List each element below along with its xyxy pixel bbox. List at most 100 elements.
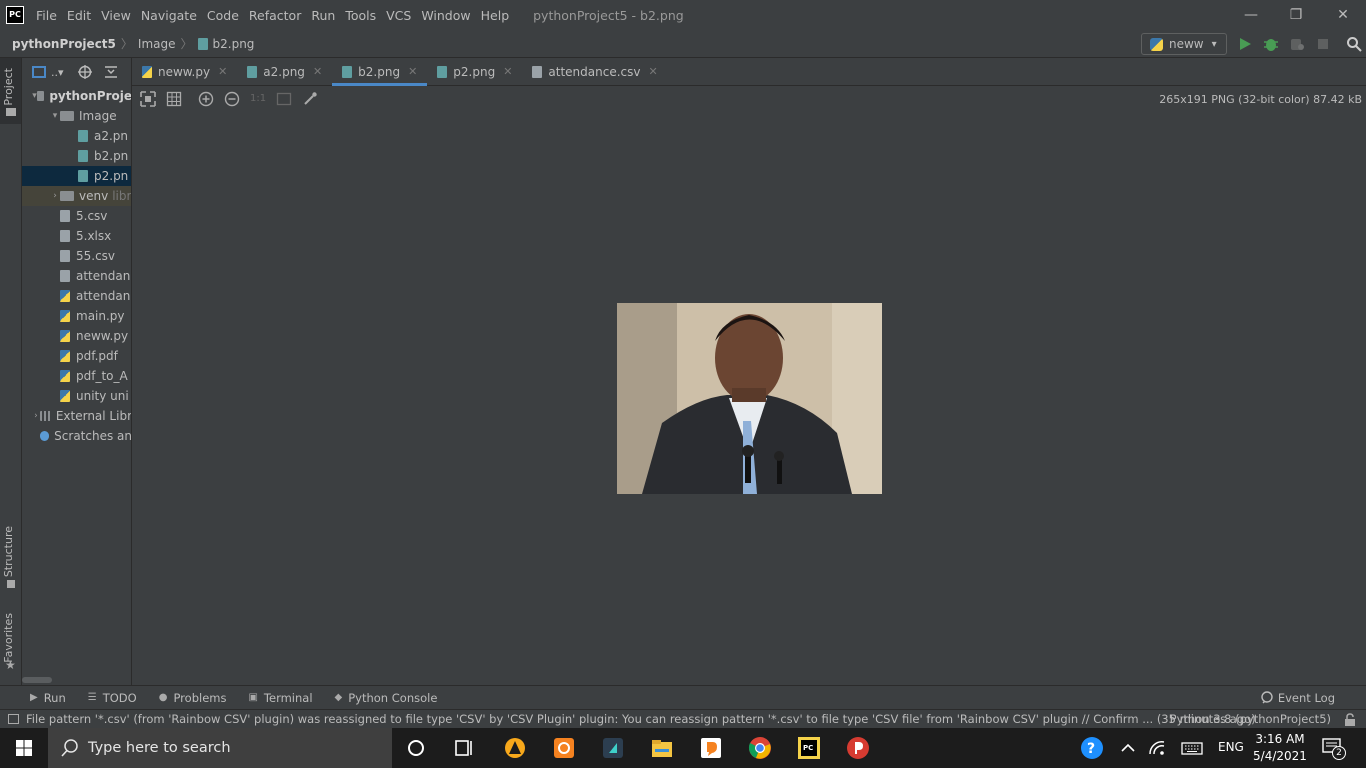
menu-help[interactable]: Help bbox=[481, 8, 510, 23]
tree-item-label: Scratches an bbox=[54, 429, 132, 443]
task-view-icon[interactable] bbox=[452, 736, 476, 760]
chevron-up-icon[interactable] bbox=[1116, 736, 1140, 760]
zoom-in-icon[interactable] bbox=[198, 91, 214, 107]
toggle-tool-windows-icon[interactable] bbox=[8, 714, 19, 724]
windows-start-icon[interactable] bbox=[0, 728, 48, 768]
editor-tab[interactable]: p2.png ✕ bbox=[427, 58, 522, 85]
favorites-tool-tab[interactable]: Favorites bbox=[2, 613, 15, 663]
network-icon[interactable] bbox=[1146, 736, 1170, 760]
event-log-tab[interactable]: Event Log bbox=[1260, 691, 1335, 705]
grid-icon[interactable] bbox=[166, 91, 182, 107]
menu-navigate[interactable]: Navigate bbox=[141, 8, 197, 23]
fit-to-window-icon[interactable] bbox=[140, 91, 156, 107]
chrome-icon[interactable] bbox=[748, 736, 772, 760]
breadcrumb-project[interactable]: pythonProject5 bbox=[12, 37, 116, 51]
tree-item[interactable]: attendan bbox=[22, 286, 131, 306]
debug-icon[interactable] bbox=[1263, 36, 1279, 52]
zoom-out-icon[interactable] bbox=[224, 91, 240, 107]
tree-item[interactable]: 5.xlsx bbox=[22, 226, 131, 246]
language-indicator[interactable]: ENG bbox=[1218, 740, 1244, 754]
tree-item[interactable]: a2.pn bbox=[22, 126, 131, 146]
tree-item[interactable]: pdf_to_A bbox=[22, 366, 131, 386]
filmora-app-icon[interactable] bbox=[601, 736, 625, 760]
tree-item[interactable]: attendan bbox=[22, 266, 131, 286]
search-icon[interactable] bbox=[1346, 36, 1362, 52]
problems-tool-tab[interactable]: ● Problems bbox=[159, 691, 227, 705]
menu-edit[interactable]: Edit bbox=[67, 8, 91, 23]
tree-item[interactable]: main.py bbox=[22, 306, 131, 326]
lock-icon[interactable] bbox=[1344, 713, 1356, 726]
python-file-icon bbox=[60, 330, 70, 342]
file-explorer-icon[interactable] bbox=[650, 736, 674, 760]
tree-item[interactable]: ▾ Image bbox=[22, 106, 131, 126]
editor-tab[interactable]: b2.png ✕ bbox=[332, 58, 428, 86]
collapse-all-icon[interactable] bbox=[104, 65, 118, 79]
close-tab-icon[interactable]: ✕ bbox=[218, 65, 227, 78]
tree-item[interactable]: pdf.pdf bbox=[22, 346, 131, 366]
close-tab-icon[interactable]: ✕ bbox=[503, 65, 512, 78]
run-tool-tab[interactable]: ▶ Run bbox=[30, 691, 66, 705]
help-tray-icon[interactable]: ? bbox=[1080, 736, 1104, 760]
menu-refactor[interactable]: Refactor bbox=[249, 8, 301, 23]
run-configuration-dropdown[interactable]: neww ▾ bbox=[1141, 33, 1227, 55]
tree-item[interactable]: › External Libr bbox=[22, 406, 131, 426]
notification-center[interactable]: 2 bbox=[1322, 738, 1346, 760]
editor-tab[interactable]: attendance.csv ✕ bbox=[522, 58, 667, 85]
breadcrumb-file[interactable]: b2.png bbox=[213, 37, 255, 51]
structure-tool-tab[interactable]: Structure bbox=[2, 526, 15, 577]
terminal-tool-tab[interactable]: ▣ Terminal bbox=[248, 691, 312, 705]
coverage-icon[interactable] bbox=[1289, 36, 1305, 52]
close-window-button[interactable]: ✕ bbox=[1320, 0, 1366, 30]
tree-item[interactable]: ▾ pythonProje bbox=[22, 86, 131, 106]
project-tool-tab[interactable]: Project bbox=[2, 68, 15, 106]
tree-item[interactable]: unity uni bbox=[22, 386, 131, 406]
keyboard-icon[interactable] bbox=[1180, 736, 1204, 760]
close-tab-icon[interactable]: ✕ bbox=[408, 65, 417, 78]
menu-tools[interactable]: Tools bbox=[345, 8, 376, 23]
clock[interactable]: 3:16 AM 5/4/2021 bbox=[1252, 731, 1308, 765]
tree-item[interactable]: 5.csv bbox=[22, 206, 131, 226]
tree-item[interactable]: 55.csv bbox=[22, 246, 131, 266]
restore-button[interactable]: ❐ bbox=[1273, 0, 1319, 30]
minimize-button[interactable]: — bbox=[1228, 0, 1274, 30]
psiphon-app-icon[interactable] bbox=[846, 736, 870, 760]
stop-icon[interactable] bbox=[1315, 36, 1331, 52]
menu-view[interactable]: View bbox=[101, 8, 131, 23]
menu-file[interactable]: File bbox=[36, 8, 57, 23]
python-console-tool-tab[interactable]: ◆ Python Console bbox=[335, 691, 438, 705]
avast-app-icon[interactable] bbox=[503, 736, 527, 760]
cortana-icon[interactable] bbox=[404, 736, 428, 760]
menu-code[interactable]: Code bbox=[207, 8, 239, 23]
background-icon[interactable] bbox=[276, 91, 292, 107]
chevron-right-icon[interactable]: › bbox=[32, 411, 40, 421]
pycharm-taskbar-icon[interactable]: PC bbox=[797, 736, 821, 760]
run-icon[interactable] bbox=[1237, 36, 1253, 52]
menu-window[interactable]: Window bbox=[421, 8, 470, 23]
todo-tool-tab[interactable]: ☰ TODO bbox=[88, 691, 137, 705]
locate-file-icon[interactable] bbox=[77, 65, 92, 79]
python-interpreter[interactable]: Python 3.8 (pythonProject5) bbox=[1170, 712, 1331, 726]
store-app-icon[interactable] bbox=[699, 736, 723, 760]
horizontal-scrollbar[interactable] bbox=[22, 677, 52, 683]
menu-vcs[interactable]: VCS bbox=[386, 8, 411, 23]
tree-item[interactable]: p2.pn bbox=[22, 166, 131, 186]
taskbar-search-box[interactable]: Type here to search bbox=[48, 728, 392, 768]
pdf-app-icon[interactable] bbox=[552, 736, 576, 760]
chevron-down-icon[interactable]: ▾ bbox=[50, 111, 60, 121]
menu-run[interactable]: Run bbox=[311, 8, 335, 23]
tree-item[interactable]: Scratches an bbox=[22, 426, 132, 446]
chevron-right-icon[interactable]: › bbox=[50, 191, 60, 201]
tree-item[interactable]: b2.pn bbox=[22, 146, 131, 166]
actual-size-button[interactable]: 1:1 bbox=[250, 91, 266, 107]
tree-item-suffix: libr bbox=[112, 189, 132, 203]
project-view-dropdown[interactable]: ..▾ bbox=[51, 66, 64, 79]
color-picker-icon[interactable] bbox=[302, 91, 318, 107]
close-tab-icon[interactable]: ✕ bbox=[313, 65, 322, 78]
editor-tab[interactable]: a2.png ✕ bbox=[237, 58, 332, 85]
status-message[interactable]: File pattern '*.csv' (from 'Rainbow CSV'… bbox=[26, 712, 1256, 726]
breadcrumb-folder[interactable]: Image bbox=[138, 37, 176, 51]
editor-tab[interactable]: neww.py ✕ bbox=[132, 58, 237, 85]
close-tab-icon[interactable]: ✕ bbox=[648, 65, 657, 78]
tree-item[interactable]: › venv libr bbox=[22, 186, 132, 206]
tree-item[interactable]: neww.py bbox=[22, 326, 131, 346]
